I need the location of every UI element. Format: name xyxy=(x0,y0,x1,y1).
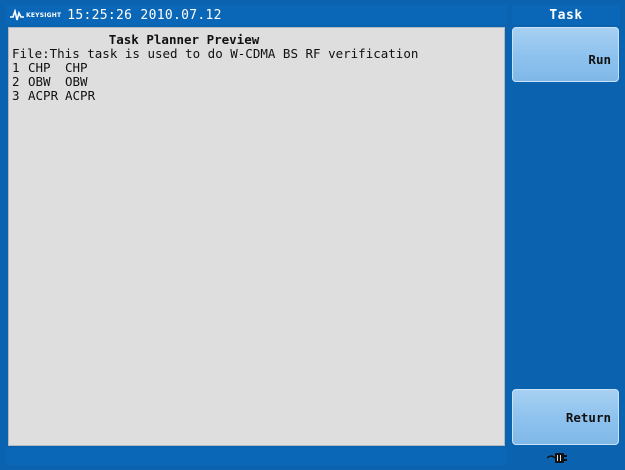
task-name: OBW xyxy=(28,74,51,89)
task-description: CHP xyxy=(65,60,88,75)
list-item: 2 OBW OBW xyxy=(12,75,95,89)
task-list: 1 CHP CHP 2 OBW OBW 3 ACPR ACPR xyxy=(12,61,95,103)
brand-name: KEYSIGHT xyxy=(26,11,62,19)
task-description: OBW xyxy=(65,74,88,89)
list-item: 1 CHP CHP xyxy=(12,61,95,75)
keysight-wave-icon xyxy=(10,9,24,21)
run-button[interactable]: Run xyxy=(512,27,619,82)
menu-title: Task xyxy=(512,5,620,25)
status-bar: KEYSIGHT 15:25:26 2010.07.12 xyxy=(6,5,507,25)
bottom-status-bar xyxy=(6,448,507,465)
file-description: File:This task is used to do W-CDMA BS R… xyxy=(12,46,419,61)
task-name: ACPR xyxy=(28,88,59,103)
power-plug-icon xyxy=(547,453,567,463)
task-number: 3 xyxy=(12,88,20,103)
brand-logo: KEYSIGHT xyxy=(10,9,61,21)
panel-title: Task Planner Preview xyxy=(108,32,260,47)
instrument-screen: KEYSIGHT 15:25:26 2010.07.12 Task Task P… xyxy=(0,0,625,470)
task-name: CHP xyxy=(28,60,51,75)
task-number: 1 xyxy=(12,60,20,75)
datetime-readout: 15:25:26 2010.07.12 xyxy=(67,7,222,23)
task-description: ACPR xyxy=(65,88,96,103)
task-number: 2 xyxy=(12,74,20,89)
list-item: 3 ACPR ACPR xyxy=(12,89,95,103)
return-button[interactable]: Return xyxy=(512,389,619,445)
task-planner-preview-panel: Task Planner Preview File:This task is u… xyxy=(8,27,505,446)
